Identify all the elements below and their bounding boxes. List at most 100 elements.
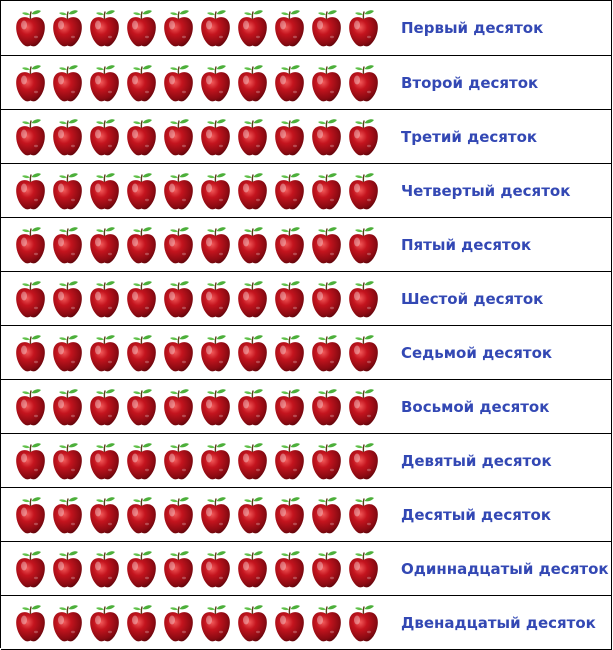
red-apple-icon — [14, 441, 47, 481]
apple-group — [1, 1, 384, 55]
red-apple-icon — [125, 441, 158, 481]
red-apple-icon — [310, 387, 343, 427]
red-apple-icon — [347, 279, 380, 319]
red-apple-icon — [162, 495, 195, 535]
red-apple-icon — [125, 225, 158, 265]
tens-row: Седьмой десяток — [1, 326, 612, 380]
tens-row: Восьмой десяток — [1, 380, 612, 434]
red-apple-icon — [88, 117, 121, 157]
red-apple-icon — [199, 225, 232, 265]
red-apple-icon — [14, 549, 47, 589]
red-apple-icon — [162, 333, 195, 373]
red-apple-icon — [125, 8, 158, 48]
apple-group — [1, 434, 384, 487]
red-apple-icon — [199, 63, 232, 103]
red-apple-icon — [310, 171, 343, 211]
red-apple-icon — [347, 441, 380, 481]
red-apple-icon — [125, 603, 158, 643]
red-apple-icon — [199, 8, 232, 48]
red-apple-icon — [88, 387, 121, 427]
red-apple-icon — [347, 171, 380, 211]
apple-group — [1, 164, 384, 217]
red-apple-icon — [273, 441, 306, 481]
red-apple-icon — [88, 225, 121, 265]
red-apple-icon — [162, 171, 195, 211]
red-apple-icon — [88, 549, 121, 589]
red-apple-icon — [347, 603, 380, 643]
red-apple-icon — [162, 63, 195, 103]
apple-group — [1, 56, 384, 109]
red-apple-icon — [51, 333, 84, 373]
red-apple-icon — [14, 495, 47, 535]
red-apple-icon — [273, 603, 306, 643]
red-apple-icon — [273, 333, 306, 373]
red-apple-icon — [162, 603, 195, 643]
red-apple-icon — [273, 63, 306, 103]
red-apple-icon — [347, 8, 380, 48]
red-apple-icon — [236, 333, 269, 373]
red-apple-icon — [88, 603, 121, 643]
red-apple-icon — [199, 117, 232, 157]
tens-row-label: Второй десяток — [384, 56, 612, 109]
red-apple-icon — [310, 117, 343, 157]
red-apple-icon — [310, 8, 343, 48]
red-apple-icon — [236, 8, 269, 48]
red-apple-icon — [347, 333, 380, 373]
red-apple-icon — [273, 387, 306, 427]
red-apple-icon — [199, 279, 232, 319]
red-apple-icon — [199, 387, 232, 427]
tens-row-label: Шестой десяток — [384, 272, 612, 325]
red-apple-icon — [125, 495, 158, 535]
red-apple-icon — [162, 117, 195, 157]
tens-row: Шестой десяток — [1, 272, 612, 326]
red-apple-icon — [199, 441, 232, 481]
apple-tens-table: Первый десяток Второй десяток Третий десят… — [0, 0, 612, 650]
red-apple-icon — [14, 63, 47, 103]
red-apple-icon — [236, 171, 269, 211]
red-apple-icon — [51, 117, 84, 157]
tens-row: Первый десяток — [1, 1, 612, 56]
red-apple-icon — [347, 495, 380, 535]
red-apple-icon — [51, 603, 84, 643]
red-apple-icon — [125, 171, 158, 211]
red-apple-icon — [51, 225, 84, 265]
red-apple-icon — [88, 441, 121, 481]
red-apple-icon — [347, 549, 380, 589]
red-apple-icon — [51, 549, 84, 589]
tens-row: Одиннадцатый десяток — [1, 542, 612, 596]
red-apple-icon — [310, 495, 343, 535]
red-apple-icon — [310, 549, 343, 589]
red-apple-icon — [273, 225, 306, 265]
red-apple-icon — [162, 225, 195, 265]
apple-group — [1, 326, 384, 379]
red-apple-icon — [14, 225, 47, 265]
red-apple-icon — [347, 387, 380, 427]
apple-group — [1, 542, 384, 595]
apple-group — [1, 110, 384, 163]
red-apple-icon — [125, 63, 158, 103]
tens-row-label: Двенадцатый десяток — [384, 596, 612, 649]
red-apple-icon — [162, 387, 195, 427]
red-apple-icon — [236, 225, 269, 265]
red-apple-icon — [236, 279, 269, 319]
red-apple-icon — [88, 279, 121, 319]
apple-group — [1, 596, 384, 649]
red-apple-icon — [199, 549, 232, 589]
red-apple-icon — [310, 333, 343, 373]
red-apple-icon — [310, 63, 343, 103]
red-apple-icon — [236, 549, 269, 589]
red-apple-icon — [125, 549, 158, 589]
red-apple-icon — [51, 495, 84, 535]
tens-row-label: Восьмой десяток — [384, 380, 612, 433]
tens-row: Двенадцатый десяток — [1, 596, 612, 650]
red-apple-icon — [347, 63, 380, 103]
red-apple-icon — [273, 279, 306, 319]
red-apple-icon — [14, 387, 47, 427]
tens-row: Девятый десяток — [1, 434, 612, 488]
red-apple-icon — [88, 8, 121, 48]
apple-group — [1, 218, 384, 271]
tens-row-label: Первый десяток — [384, 1, 612, 55]
red-apple-icon — [14, 8, 47, 48]
red-apple-icon — [51, 441, 84, 481]
red-apple-icon — [162, 441, 195, 481]
